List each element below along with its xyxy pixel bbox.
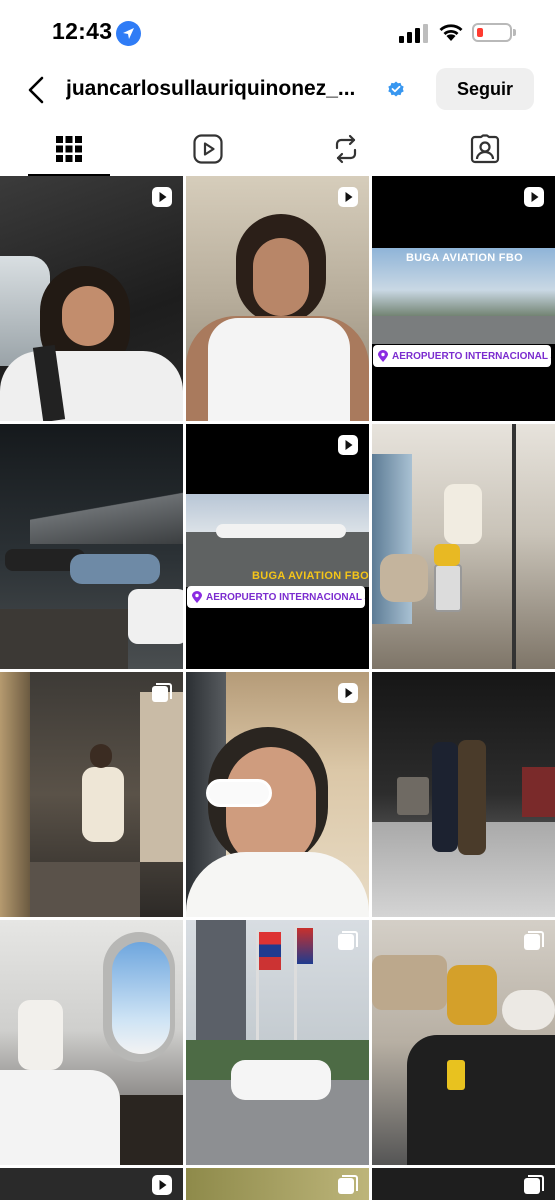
profile-username: juancarlosullauriquinonez_... xyxy=(66,77,356,100)
cabin-table xyxy=(120,1095,183,1165)
airplane-window xyxy=(112,942,170,1054)
parked-car xyxy=(70,554,160,584)
white-sunglasses xyxy=(206,779,272,807)
person xyxy=(444,484,482,544)
gravel xyxy=(0,609,128,669)
reel-icon xyxy=(152,1175,172,1195)
white-car xyxy=(128,589,183,644)
grid-icon xyxy=(56,136,82,162)
sofa xyxy=(372,955,447,1010)
verified-badge-icon xyxy=(388,81,404,97)
post-tile[interactable] xyxy=(186,1168,369,1200)
status-time: 12:43 xyxy=(52,18,113,44)
post-tile[interactable]: BUGA AVIATION FBO AEROPUERTO INTERNACION… xyxy=(372,176,555,421)
location-pin-icon xyxy=(192,591,202,603)
white-shirt xyxy=(186,852,369,917)
tab-reposts[interactable] xyxy=(277,122,415,176)
status-bar: 12:43 xyxy=(0,0,555,60)
post-tile[interactable] xyxy=(0,920,183,1165)
flag xyxy=(297,928,313,964)
post-tile[interactable] xyxy=(186,176,369,421)
location-sticker: AEROPUERTO INTERNACIONAL JOSÉ JOA... xyxy=(373,345,551,367)
person xyxy=(432,742,458,852)
follow-button[interactable]: Seguir xyxy=(436,68,534,110)
tagged-icon xyxy=(470,134,500,164)
tarmac xyxy=(372,316,555,344)
post-tile[interactable] xyxy=(186,672,369,917)
side-table xyxy=(397,777,429,815)
battery-icon xyxy=(472,23,512,42)
post-tile[interactable] xyxy=(0,672,183,917)
reel-icon xyxy=(338,435,358,455)
tab-reels[interactable] xyxy=(139,122,277,176)
fbo-label: BUGA AVIATION FBO xyxy=(406,252,523,264)
legs-white-pants xyxy=(0,1070,120,1165)
yellow-bag xyxy=(447,965,497,1025)
carousel-icon xyxy=(338,931,358,950)
back-arrow-icon[interactable] xyxy=(22,74,52,106)
tab-posts[interactable] xyxy=(0,122,138,176)
location-sticker: AEROPUERTO INTERNACIONAL JOSÉ JOA... xyxy=(187,586,365,608)
post-tile[interactable] xyxy=(0,1168,183,1200)
posts-grid: BUGA AVIATION FBO AEROPUERTO INTERNACION… xyxy=(0,176,555,1200)
backpack-tag xyxy=(447,1060,465,1090)
post-tile[interactable] xyxy=(372,1168,555,1200)
signal-icon xyxy=(399,24,428,43)
post-tile[interactable]: BUGA AVIATION FBO AEROPUERTO INTERNACION… xyxy=(186,424,369,669)
carousel-icon xyxy=(524,1175,544,1194)
reposts-icon xyxy=(335,134,357,164)
reel-icon xyxy=(338,683,358,703)
reel-icon xyxy=(338,187,358,207)
post-tile[interactable] xyxy=(186,920,369,1165)
profile-header: juancarlosullauriquinonez_... Seguir xyxy=(0,62,555,118)
building xyxy=(196,920,246,1040)
round-table xyxy=(502,990,555,1030)
location-text: AEROPUERTO INTERNACIONAL JOSÉ JOA... xyxy=(392,350,551,362)
yellow-bag xyxy=(434,544,460,566)
tab-tagged[interactable] xyxy=(416,122,554,176)
red-chair xyxy=(522,767,555,817)
person xyxy=(458,740,486,855)
reel-icon xyxy=(524,187,544,207)
tank-top xyxy=(208,318,350,421)
person-face xyxy=(226,747,316,867)
glass-frame xyxy=(512,424,516,669)
person-face xyxy=(62,286,114,346)
battery-tip xyxy=(513,29,516,36)
profile-tabs xyxy=(0,122,555,176)
jet xyxy=(216,524,346,538)
location-arrow-icon xyxy=(116,21,141,46)
lounge-chair xyxy=(380,554,428,602)
location-pin-icon xyxy=(378,350,388,362)
person-face xyxy=(253,238,309,316)
person-head xyxy=(90,744,112,768)
location-text: AEROPUERTO INTERNACIONAL JOSÉ JOA... xyxy=(206,591,365,603)
person xyxy=(82,767,124,842)
carousel-icon xyxy=(524,931,544,950)
suitcase xyxy=(434,564,462,612)
shelf xyxy=(140,692,183,862)
cabin-seat xyxy=(18,1000,63,1070)
canopy xyxy=(30,484,183,544)
fbo-label: BUGA AVIATION FBO xyxy=(252,570,369,582)
carousel-icon xyxy=(338,1175,358,1194)
post-tile[interactable] xyxy=(372,672,555,917)
post-tile[interactable] xyxy=(372,424,555,669)
white-car xyxy=(231,1060,331,1100)
carousel-icon xyxy=(152,683,172,702)
post-tile[interactable] xyxy=(0,176,183,421)
black-backpack xyxy=(407,1035,555,1165)
post-tile[interactable] xyxy=(372,920,555,1165)
reels-icon xyxy=(193,134,223,164)
reel-icon xyxy=(152,187,172,207)
floor xyxy=(30,862,140,917)
post-tile[interactable] xyxy=(0,424,183,669)
person-shirt xyxy=(0,351,183,421)
flag xyxy=(259,932,281,970)
wifi-icon xyxy=(439,24,463,41)
door-frame xyxy=(0,672,30,917)
